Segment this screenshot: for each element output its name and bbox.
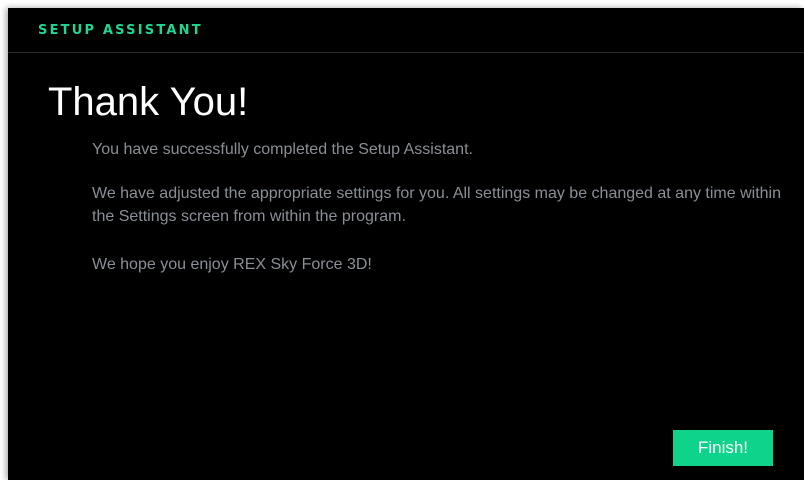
completion-message: You have successfully completed the Setu… xyxy=(92,141,473,158)
window-title: SETUP ASSISTANT xyxy=(38,23,203,38)
settings-message: We have adjusted the appropriate setting… xyxy=(92,185,781,225)
setup-assistant-window: SETUP ASSISTANT Thank You! You have succ… xyxy=(8,8,804,480)
enjoy-message: We hope you enjoy REX Sky Force 3D! xyxy=(92,256,372,273)
title-bar: SETUP ASSISTANT xyxy=(8,8,804,53)
page-title: Thank You! xyxy=(48,80,249,124)
finish-button[interactable]: Finish! xyxy=(673,430,773,466)
